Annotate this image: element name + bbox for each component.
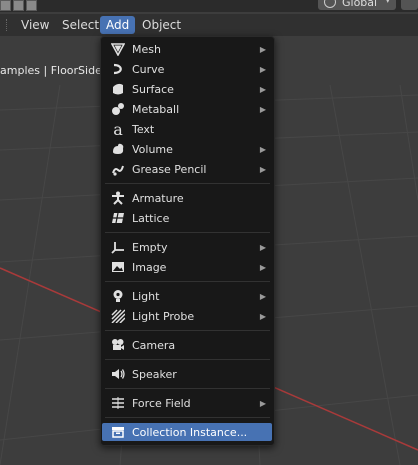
image-icon <box>110 259 126 275</box>
volume-icon <box>110 141 126 157</box>
select-extend-icon[interactable] <box>13 0 24 11</box>
transform-pivot-button[interactable] <box>401 0 418 10</box>
select-box-icon[interactable] <box>0 0 11 11</box>
submenu-arrow-icon: ▶ <box>259 164 266 174</box>
add-menu-item-camera[interactable]: Camera <box>102 336 272 354</box>
add-menu-item-label: Curve <box>132 62 165 76</box>
submenu-arrow-icon: ▶ <box>259 242 266 252</box>
add-menu-item-surface[interactable]: Surface ▶ <box>102 80 272 98</box>
add-menu-item-lattice[interactable]: Lattice <box>102 209 272 227</box>
text-icon: a <box>113 119 123 139</box>
submenu-arrow-icon: ▶ <box>259 311 266 321</box>
mesh-icon <box>110 41 126 57</box>
submenu-arrow-icon: ▶ <box>259 84 266 94</box>
add-menu-item-label: Camera <box>132 338 176 352</box>
top-strip: Global ▾ <box>0 0 418 12</box>
select-mode-icons[interactable] <box>0 0 37 11</box>
menu-separator <box>105 232 270 233</box>
add-menu-item-label: Image <box>132 260 167 274</box>
add-menu-item-empty[interactable]: Empty ▶ <box>102 238 272 256</box>
menu-select[interactable]: Select <box>56 16 105 34</box>
add-menu-item-label: Grease Pencil <box>132 162 207 176</box>
add-menu-item-label: Light <box>132 289 160 303</box>
add-menu-item-label: Metaball <box>132 102 180 116</box>
select-subtract-icon[interactable] <box>26 0 37 11</box>
add-menu-item-label: Empty <box>132 240 168 254</box>
empty-icon <box>110 239 126 255</box>
add-menu-item-volume[interactable]: Volume ▶ <box>102 140 272 158</box>
surface-icon <box>110 81 126 97</box>
menu-separator <box>105 330 270 331</box>
metaball-icon <box>110 101 126 117</box>
add-menu-item-light-probe[interactable]: Light Probe ▶ <box>102 307 272 325</box>
submenu-arrow-icon: ▶ <box>259 398 266 408</box>
camera-icon <box>110 337 126 353</box>
menu-add[interactable]: Add <box>100 16 136 34</box>
light-probe-icon <box>110 308 126 324</box>
add-menu-item-label: Collection Instance... <box>132 425 248 439</box>
add-menu-item-mesh[interactable]: Mesh ▶ <box>102 40 272 58</box>
submenu-arrow-icon: ▶ <box>259 144 266 154</box>
add-menu-item-label: Lattice <box>132 211 170 225</box>
add-menu-item-grease-pencil[interactable]: Grease Pencil ▶ <box>102 160 272 178</box>
submenu-arrow-icon: ▶ <box>259 104 266 114</box>
add-menu-item-label: Light Probe <box>132 309 195 323</box>
grease-pencil-icon <box>110 161 126 177</box>
menu-separator <box>105 359 270 360</box>
add-menu-item-force-field[interactable]: Force Field ▶ <box>102 394 272 412</box>
force-field-icon <box>110 395 126 411</box>
submenu-arrow-icon: ▶ <box>259 291 266 301</box>
add-menu-item-speaker[interactable]: Speaker <box>102 365 272 383</box>
add-menu-item-label: Armature <box>132 191 184 205</box>
submenu-arrow-icon: ▶ <box>259 262 266 272</box>
global-label: Global <box>342 0 378 9</box>
add-menu-item-curve[interactable]: Curve ▶ <box>102 60 272 78</box>
menu-view[interactable]: View <box>15 16 55 34</box>
header-drag-handle[interactable] <box>6 19 9 31</box>
add-menu-item-label: Text <box>132 122 155 136</box>
add-menu-item-collection-instance[interactable]: Collection Instance... <box>102 423 272 441</box>
collection-icon <box>110 424 126 440</box>
add-menu-item-label: Volume <box>132 142 173 156</box>
add-menu-item-metaball[interactable]: Metaball ▶ <box>102 100 272 118</box>
add-menu-item-text[interactable]: a Text <box>102 119 272 139</box>
add-menu-item-light[interactable]: Light ▶ <box>102 287 272 305</box>
menu-separator <box>105 417 270 418</box>
header-menu-bar: View Select Add Object <box>0 14 418 36</box>
menu-separator <box>105 388 270 389</box>
transform-orientation-dropdown[interactable]: Global ▾ <box>318 0 396 10</box>
light-icon <box>110 288 126 304</box>
menu-separator <box>105 183 270 184</box>
global-orientation-icon <box>324 0 336 8</box>
add-menu-item-label: Mesh <box>132 42 161 56</box>
lattice-icon <box>110 210 126 226</box>
curve-icon <box>110 61 126 77</box>
add-menu-item-label: Force Field <box>132 396 191 410</box>
menu-object[interactable]: Object <box>136 16 187 34</box>
add-menu-item-armature[interactable]: Armature <box>102 189 272 207</box>
submenu-arrow-icon: ▶ <box>259 64 266 74</box>
add-menu-item-image[interactable]: Image ▶ <box>102 258 272 276</box>
armature-icon <box>110 190 126 206</box>
menu-separator <box>105 281 270 282</box>
submenu-arrow-icon: ▶ <box>259 44 266 54</box>
speaker-icon <box>110 366 126 382</box>
add-menu-item-label: Surface <box>132 82 174 96</box>
add-menu-item-label: Speaker <box>132 367 177 381</box>
chevron-down-icon: ▾ <box>385 0 390 6</box>
add-menu-dropdown: Mesh ▶ Curve ▶ Surface ▶ Metaball ▶ a Te… <box>100 36 275 446</box>
